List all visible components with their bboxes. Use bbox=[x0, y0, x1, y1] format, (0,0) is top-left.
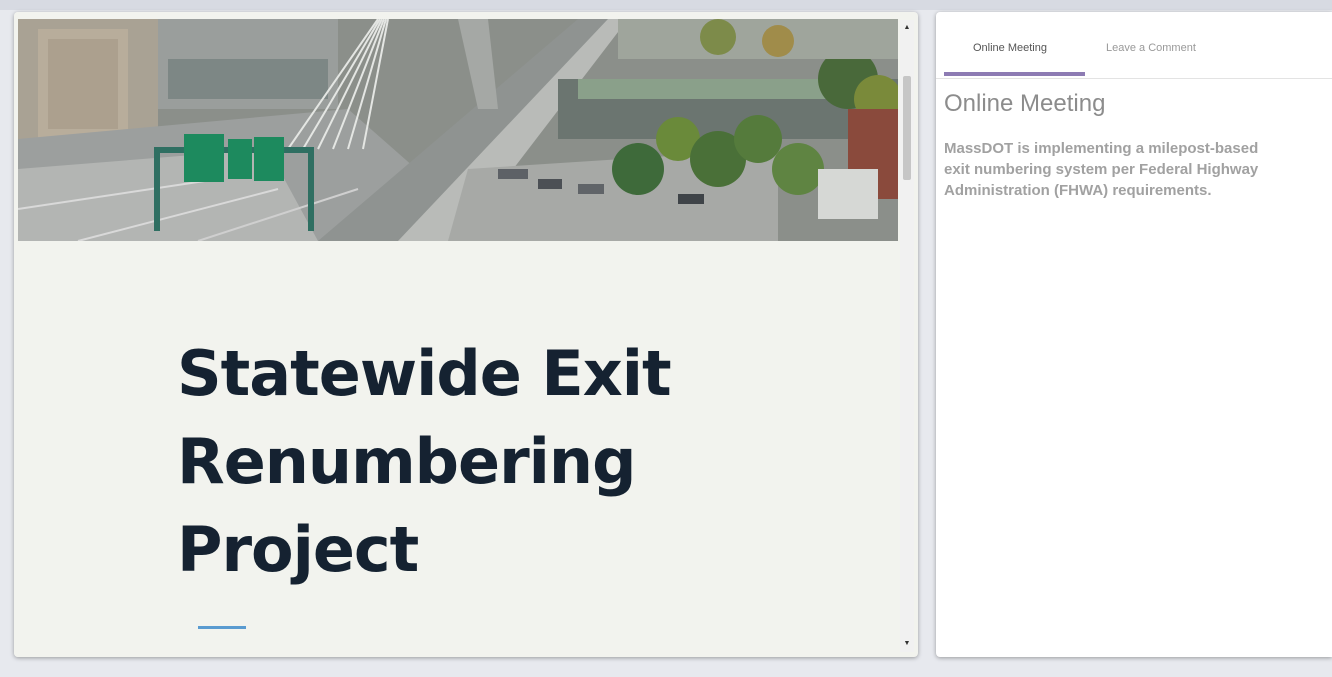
slide-scrollbar[interactable]: ▲ ▼ bbox=[900, 20, 914, 652]
scroll-down-icon[interactable]: ▼ bbox=[900, 638, 914, 650]
meeting-sidebar: Online Meeting Leave a Comment Online Me… bbox=[936, 12, 1332, 657]
tab-leave-a-comment[interactable]: Leave a Comment bbox=[1106, 42, 1196, 54]
sidebar-heading: Online Meeting bbox=[944, 90, 1106, 117]
sidebar-description-line-3: Administration (FHWA) requirements. bbox=[944, 182, 1212, 199]
hero-image bbox=[18, 19, 898, 241]
active-tab-indicator bbox=[944, 72, 1085, 76]
sidebar-tabs: Online Meeting Leave a Comment bbox=[936, 12, 1332, 79]
presentation-panel: Statewide Exit Renumbering Project ▲ ▼ bbox=[14, 12, 918, 657]
scroll-thumb[interactable] bbox=[903, 76, 911, 180]
scroll-up-icon[interactable]: ▲ bbox=[900, 22, 914, 34]
slide-title-line-3: Project bbox=[177, 513, 419, 586]
slide-title-line-2: Renumbering bbox=[177, 425, 636, 498]
sidebar-description: MassDOT is implementing a milepost-based… bbox=[944, 138, 1332, 201]
slide: Statewide Exit Renumbering Project bbox=[14, 12, 900, 657]
tab-online-meeting[interactable]: Online Meeting bbox=[973, 42, 1047, 54]
slide-title-line-1: Statewide Exit bbox=[177, 337, 672, 410]
sidebar-description-line-2: exit numbering system per Federal Highwa… bbox=[944, 161, 1259, 178]
slide-title: Statewide Exit Renumbering Project bbox=[177, 330, 737, 594]
page-top-strip bbox=[0, 0, 1332, 10]
sidebar-description-line-1: MassDOT is implementing a milepost-based bbox=[944, 140, 1259, 157]
title-underline-rule bbox=[198, 626, 246, 629]
